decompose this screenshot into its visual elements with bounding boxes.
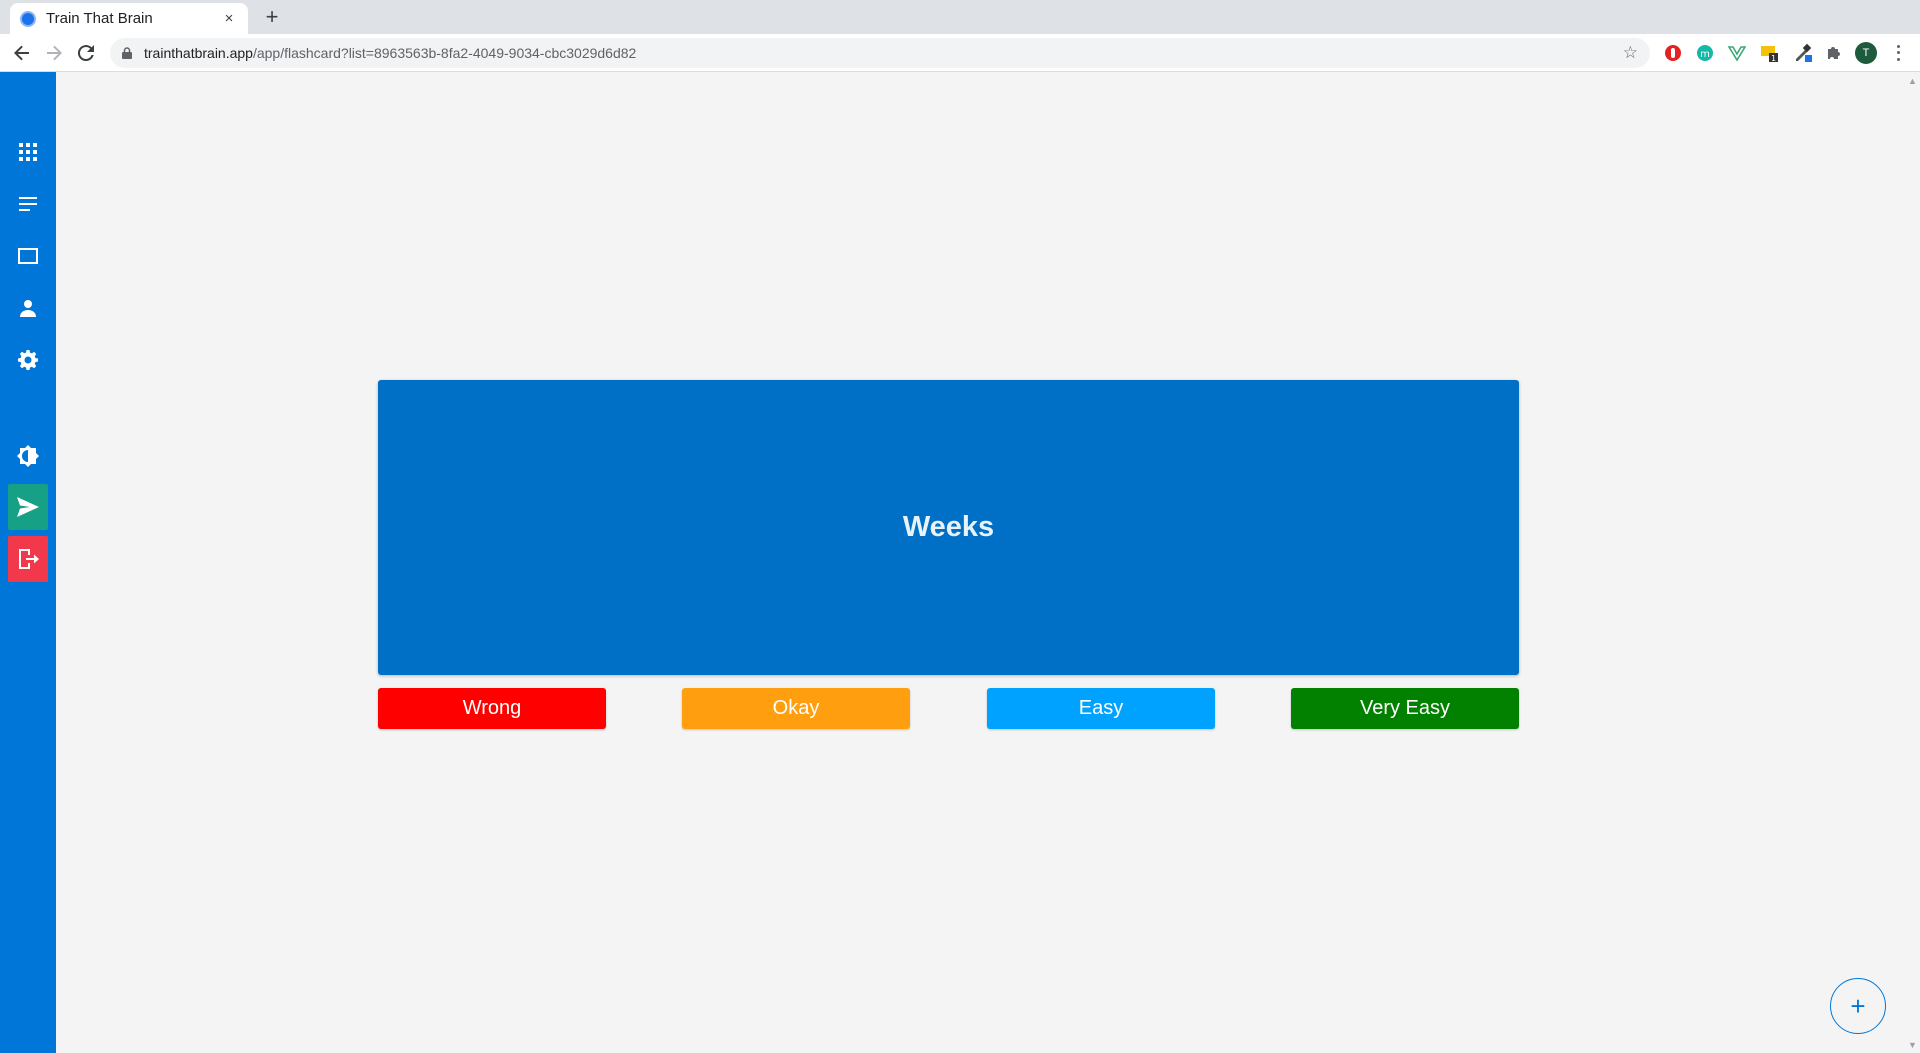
sidebar-item-lists[interactable]	[8, 181, 48, 227]
url-text: trainthatbrain.app/app/flashcard?list=89…	[144, 45, 636, 61]
extension-m-icon[interactable]: m	[1695, 43, 1715, 63]
reload-icon	[78, 45, 94, 61]
bookmark-star-icon[interactable]: ☆	[1623, 43, 1638, 63]
send-icon	[17, 497, 39, 517]
browser-tab-bar: Train That Brain × +	[0, 0, 1920, 34]
sidebar-item-profile[interactable]	[8, 285, 48, 331]
sidebar-item-dashboard[interactable]	[8, 129, 48, 175]
flashcard-icon	[18, 248, 38, 264]
extension-vue-icon[interactable]	[1727, 43, 1747, 63]
reload-button[interactable]	[74, 41, 98, 65]
add-button[interactable]: +	[1830, 978, 1886, 1034]
scroll-down-arrow-icon[interactable]: ▼	[1908, 1040, 1917, 1050]
wrong-button[interactable]: Wrong	[378, 688, 606, 729]
sidebar-item-flashcards[interactable]	[8, 233, 48, 279]
very-easy-button[interactable]: Very Easy	[1291, 688, 1519, 729]
arrow-right-icon	[47, 45, 62, 61]
okay-button[interactable]: Okay	[682, 688, 910, 729]
tab-title: Train That Brain	[46, 10, 153, 27]
sidebar-item-theme[interactable]	[8, 433, 48, 479]
url-path: /app/flashcard?list=8963563b-8fa2-4049-9…	[252, 45, 637, 61]
profile-avatar[interactable]: T	[1855, 42, 1877, 64]
settings-icon	[18, 350, 38, 370]
flashcard-text: Weeks	[902, 511, 995, 543]
tab-close-icon[interactable]: ×	[220, 10, 238, 27]
extension-notes-icon[interactable]: 1	[1760, 43, 1780, 63]
scroll-up-arrow-icon[interactable]: ▲	[1908, 76, 1917, 86]
svg-text:1: 1	[1771, 54, 1776, 63]
extension-adblock-icon[interactable]	[1663, 43, 1683, 63]
back-button[interactable]	[10, 41, 34, 65]
address-bar[interactable]: trainthatbrain.app/app/flashcard?list=89…	[110, 38, 1650, 68]
easy-button[interactable]: Easy	[987, 688, 1215, 729]
arrow-left-icon	[14, 45, 29, 61]
sidebar-item-settings[interactable]	[8, 337, 48, 383]
extension-eyedropper-icon[interactable]	[1793, 43, 1813, 63]
new-tab-button[interactable]: +	[260, 5, 284, 29]
plus-icon: +	[1850, 990, 1866, 1021]
main-content: ▲ Weeks Wrong Okay Easy Very Easy + ▼	[56, 72, 1920, 1053]
flashcard[interactable]: Weeks	[378, 380, 1519, 675]
user-icon	[20, 300, 36, 317]
svg-text:m: m	[1700, 49, 1710, 60]
theme-toggle-icon	[17, 445, 39, 467]
sidebar-item-send[interactable]	[8, 484, 48, 530]
forward-button[interactable]	[42, 41, 66, 65]
grid-icon	[19, 143, 37, 161]
sidebar-item-logout[interactable]	[8, 536, 48, 582]
browser-menu-icon[interactable]	[1890, 43, 1906, 63]
logout-icon	[19, 549, 39, 569]
extensions-puzzle-icon[interactable]	[1824, 43, 1844, 63]
url-host: trainthatbrain.app	[144, 45, 253, 61]
lists-icon	[19, 197, 37, 211]
browser-toolbar: trainthatbrain.app/app/flashcard?list=89…	[0, 34, 1920, 72]
lock-icon	[122, 47, 132, 59]
site-favicon-icon	[20, 10, 36, 27]
browser-tab[interactable]: Train That Brain ×	[10, 3, 248, 34]
app-sidebar	[0, 72, 56, 1053]
